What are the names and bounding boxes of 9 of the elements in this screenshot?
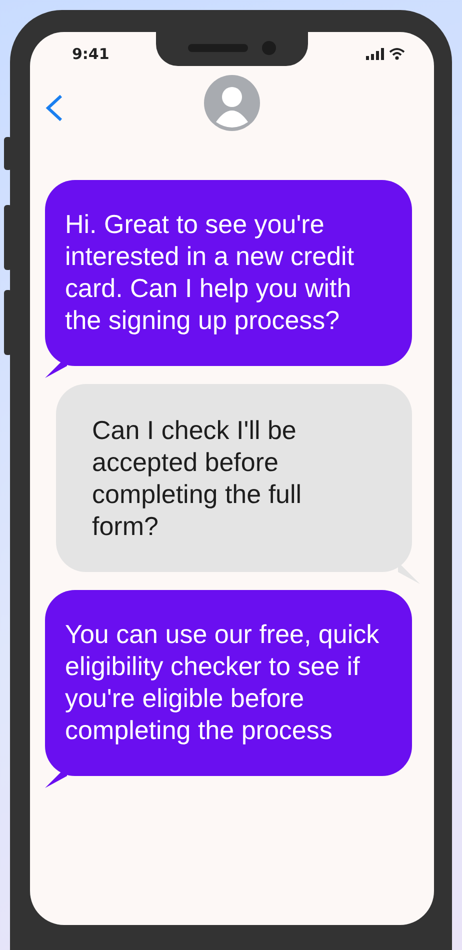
bubble-tail (398, 562, 420, 584)
message-bubble: Can I check I'll be accepted before completing the full form? (56, 384, 412, 572)
message-bubble: You can use our free, quick eligibility checker to see if you're eligible before completing the process (45, 590, 412, 776)
signal-wifi-icon (366, 47, 406, 61)
avatar-icon (204, 75, 260, 131)
status-time: 9:41 (72, 45, 110, 63)
front-camera (262, 41, 276, 55)
message-bubble: Hi. Great to see you're interested in a new credit card. Can I help you with the signing up process? (45, 180, 412, 366)
speaker-grille (188, 44, 248, 52)
